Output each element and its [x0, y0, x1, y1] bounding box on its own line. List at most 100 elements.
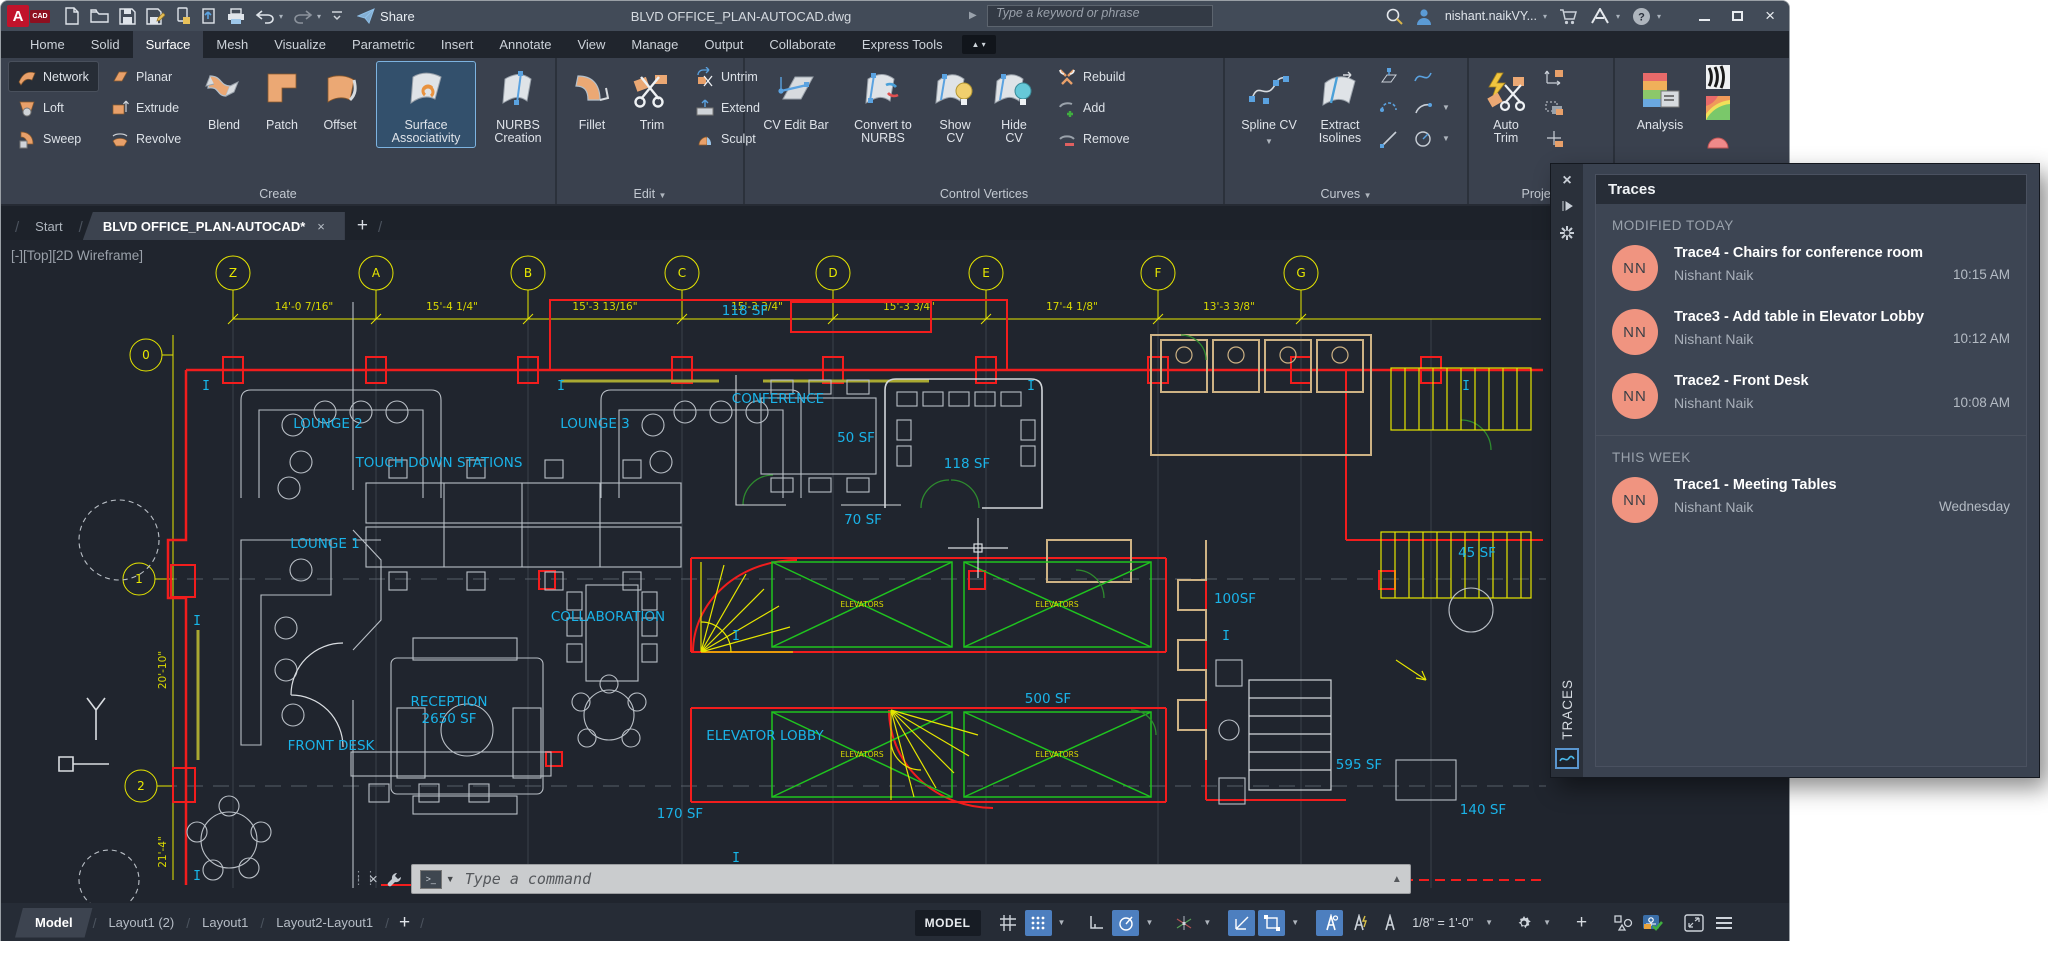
trace-icon[interactable]: [1555, 748, 1579, 769]
layout-tab-model[interactable]: Model: [15, 908, 93, 938]
revolve-button[interactable]: Revolve: [102, 124, 191, 153]
curve-wave-icon[interactable]: [1411, 62, 1455, 91]
title-caret-icon[interactable]: ▶: [969, 10, 977, 21]
command-input[interactable]: Type a command: [465, 870, 1392, 888]
user-name[interactable]: nishant.naikVY...: [1445, 9, 1537, 23]
curve-u-icon[interactable]: [1377, 93, 1407, 122]
autodesk-logo-icon[interactable]: [1590, 8, 1610, 24]
undo-icon[interactable]: [255, 8, 275, 24]
trace-item[interactable]: NN Trace2 - Front Desk Nishant Naik10:08…: [1596, 361, 2026, 425]
undo-dropdown-icon[interactable]: ▾: [279, 12, 283, 21]
grid-display-button[interactable]: [995, 910, 1022, 936]
tab-parametric[interactable]: Parametric: [339, 31, 428, 58]
cv-edit-bar-button[interactable]: CV Edit Bar: [753, 62, 839, 153]
minimize-button[interactable]: [1699, 8, 1710, 24]
planar-button[interactable]: Planar: [102, 62, 191, 91]
panel-create-label[interactable]: Create: [1, 187, 555, 201]
new-file-icon[interactable]: [64, 7, 80, 25]
command-input-bar[interactable]: >_ ▼ Type a command ▲: [411, 864, 1411, 894]
search-icon[interactable]: [1385, 7, 1403, 25]
tab-insert[interactable]: Insert: [428, 31, 487, 58]
sweep-button[interactable]: Sweep: [9, 124, 98, 153]
object-snap-tracking-button[interactable]: [1228, 910, 1255, 936]
project-ucs-icon[interactable]: [1541, 62, 1597, 91]
save-icon[interactable]: [119, 8, 136, 25]
cart-icon[interactable]: [1559, 8, 1578, 25]
annotation-scale-value[interactable]: 1/8" = 1'-0": [1406, 916, 1479, 930]
workspace-dropdown-icon[interactable]: ▼: [1540, 918, 1554, 927]
open-folder-icon[interactable]: [90, 8, 109, 24]
command-close-icon[interactable]: ×: [369, 871, 378, 888]
polar-tracking-button[interactable]: [1112, 910, 1139, 936]
tab-view[interactable]: View: [564, 31, 618, 58]
file-tab-start[interactable]: Start: [19, 212, 78, 240]
layout-tab-layout1[interactable]: Layout1: [190, 915, 260, 930]
tab-express-tools[interactable]: Express Tools: [849, 31, 956, 58]
tab-surface[interactable]: Surface: [133, 31, 204, 58]
remove-cv-button[interactable]: Remove: [1049, 124, 1145, 153]
rebuild-button[interactable]: Rebuild: [1049, 62, 1145, 91]
command-wrench-icon[interactable]: [386, 871, 403, 888]
workspace-gear-icon[interactable]: [1510, 910, 1537, 936]
curve-projection-icon[interactable]: [1377, 62, 1407, 91]
command-dropdown-icon[interactable]: ▼: [446, 874, 455, 884]
curve-line-icon[interactable]: [1377, 124, 1407, 153]
qat-customize-icon[interactable]: [331, 10, 343, 22]
panel-curves-label[interactable]: Curves ▼: [1225, 187, 1467, 201]
tab-manage[interactable]: Manage: [618, 31, 691, 58]
help-dropdown-icon[interactable]: ▾: [1657, 12, 1661, 21]
nurbs-creation-toggle[interactable]: NURBS Creation: [481, 62, 555, 147]
trace-item[interactable]: NN Trace1 - Meeting Tables Nishant NaikW…: [1596, 465, 2026, 529]
iso-drafting-button[interactable]: [1170, 910, 1197, 936]
zebra-analysis-icon[interactable]: [1703, 62, 1743, 91]
extract-isolines-button[interactable]: Extract Isolines: [1309, 62, 1371, 153]
osnap-dropdown-icon[interactable]: ▼: [1288, 918, 1302, 927]
user-dropdown-icon[interactable]: ▾: [1543, 12, 1547, 21]
autodesk-dropdown-icon[interactable]: ▾: [1616, 12, 1620, 21]
palette-vertical-title[interactable]: TRACES: [1560, 679, 1575, 740]
offset-button[interactable]: Offset: [311, 62, 369, 134]
layout-tab-layout2[interactable]: Layout2-Layout1: [264, 915, 385, 930]
app-logo-icon[interactable]: ACAD: [7, 5, 50, 27]
new-layout-button[interactable]: +: [389, 912, 420, 934]
tab-home[interactable]: Home: [17, 31, 78, 58]
tab-output[interactable]: Output: [691, 31, 756, 58]
project-view-icon[interactable]: [1541, 93, 1597, 122]
snap-dropdown-icon[interactable]: ▼: [1055, 918, 1069, 927]
trace-item[interactable]: NN Trace4 - Chairs for conference room N…: [1596, 233, 2026, 297]
ortho-mode-button[interactable]: [1082, 910, 1109, 936]
spline-cv-button[interactable]: Spline CV▼: [1233, 62, 1305, 153]
tab-visualize[interactable]: Visualize: [261, 31, 339, 58]
isolate-objects-button[interactable]: [1609, 910, 1636, 936]
share-button[interactable]: Share: [357, 8, 415, 24]
clean-screen-button[interactable]: [1680, 910, 1707, 936]
hide-cv-button[interactable]: Hide CV: [987, 62, 1041, 153]
extrude-button[interactable]: Extrude: [102, 93, 191, 122]
object-snap-button[interactable]: [1258, 910, 1285, 936]
palette-autohide-icon[interactable]: [1561, 200, 1573, 214]
publish-icon[interactable]: [201, 7, 217, 25]
close-button[interactable]: ×: [1765, 6, 1775, 26]
network-button[interactable]: Network: [9, 62, 98, 91]
add-cv-button[interactable]: Add: [1049, 93, 1145, 122]
polar-dropdown-icon[interactable]: ▼: [1142, 918, 1156, 927]
curve-circle-icon[interactable]: ▼: [1411, 124, 1455, 153]
save-as-icon[interactable]: [146, 8, 165, 25]
patch-button[interactable]: Patch: [253, 62, 311, 134]
surface-associativity-toggle[interactable]: Surface Associativity: [377, 62, 475, 147]
annotation-scale-button[interactable]: [1376, 910, 1403, 936]
palette-close-icon[interactable]: ×: [1562, 174, 1571, 188]
curve-arc-icon[interactable]: ▼: [1411, 93, 1455, 122]
viewport-controls[interactable]: [-][Top][2D Wireframe]: [11, 248, 143, 263]
scale-dropdown-icon[interactable]: ▼: [1482, 918, 1496, 927]
iso-dropdown-icon[interactable]: ▼: [1200, 918, 1214, 927]
trace-item[interactable]: NN Trace3 - Add table in Elevator Lobby …: [1596, 297, 2026, 361]
help-icon[interactable]: ?: [1632, 7, 1651, 26]
print-icon[interactable]: [227, 8, 245, 25]
file-tab-close-icon[interactable]: ×: [317, 219, 325, 234]
panel-edit-label[interactable]: Edit ▼: [557, 187, 743, 201]
convert-to-nurbs-button[interactable]: Convert to NURBS: [843, 62, 923, 153]
blend-button[interactable]: Blend: [195, 62, 253, 134]
ribbon-display-toggle[interactable]: ▲ ▾: [962, 35, 996, 54]
fillet-button[interactable]: Fillet: [563, 62, 621, 153]
